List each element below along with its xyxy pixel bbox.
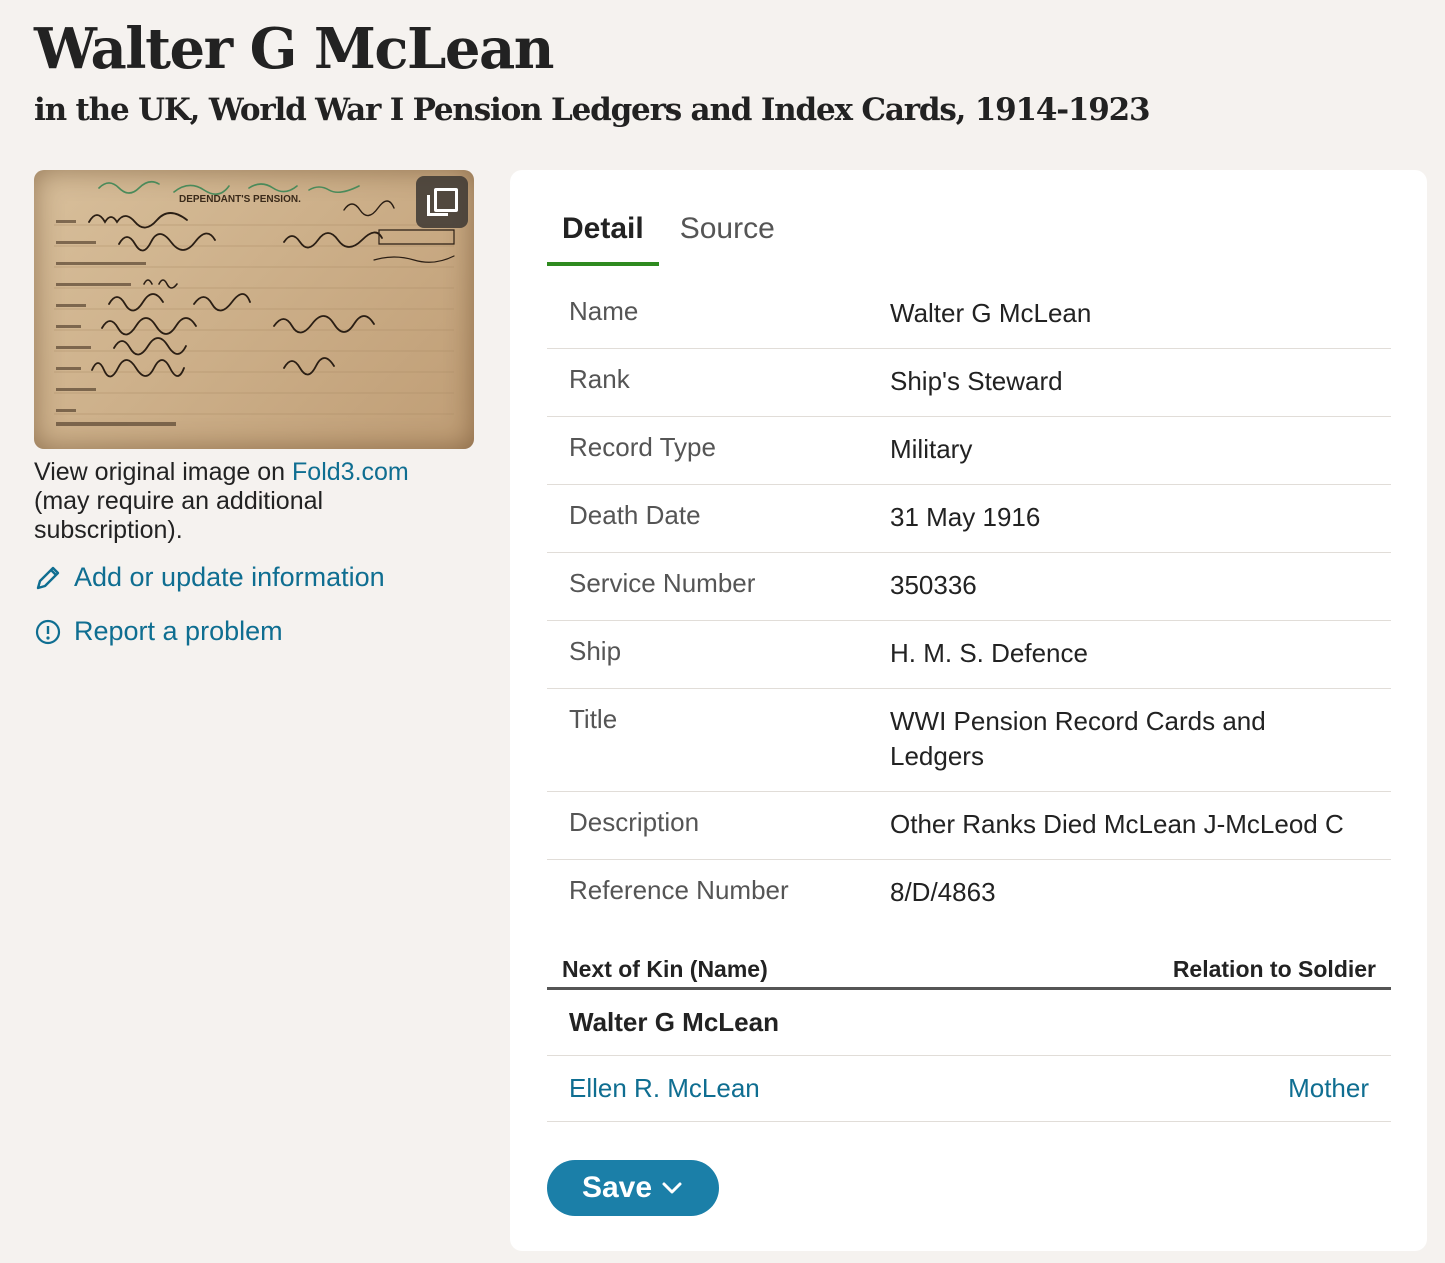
expand-image-button[interactable] — [416, 176, 468, 228]
detail-value: Walter G McLean — [890, 298, 1092, 328]
card-heading: DEPENDANT'S PENSION. — [179, 194, 301, 205]
kin-name-link[interactable]: Ellen R. McLean — [569, 1073, 760, 1104]
next-of-kin-table: Next of Kin (Name) Relation to Soldier W… — [547, 956, 1391, 1122]
record-card-scan: DEPENDANT'S PENSION. — [54, 180, 455, 426]
detail-value: 31 May 1916 — [890, 502, 1041, 532]
detail-key: Record Type — [569, 432, 716, 462]
kin-col-relation: Relation to Soldier — [1172, 956, 1376, 982]
detail-key: Death Date — [569, 500, 701, 530]
fold3-link[interactable]: Fold3.com — [292, 458, 409, 486]
detail-table: Name Walter G McLean Rank Ship's Steward… — [547, 281, 1391, 927]
collection-subtitle: in the UK, World War I Pension Ledgers a… — [34, 92, 1151, 128]
kin-subject-row: Walter G McLean — [547, 990, 1391, 1056]
detail-row-record-type: Record Type Military — [547, 417, 1391, 485]
detail-row-description: Description Other Ranks Died McLean J-Mc… — [547, 792, 1391, 860]
save-label: Save — [581, 1171, 653, 1204]
tab-source[interactable]: Source — [665, 206, 790, 266]
record-image-thumbnail[interactable]: DEPENDANT'S PENSION. — [34, 170, 474, 449]
kin-subject-name: Walter G McLean — [569, 1007, 779, 1037]
detail-row-rank: Rank Ship's Steward — [547, 349, 1391, 417]
detail-row-service-number: Service Number 350336 — [547, 553, 1391, 621]
detail-key: Service Number — [569, 568, 756, 598]
save-button[interactable]: Save — [547, 1160, 719, 1216]
chevron-down-icon — [662, 1182, 682, 1194]
detail-row-reference-number: Reference Number 8/D/4863 — [547, 860, 1391, 927]
caption-suffix: (may require an additional subscription)… — [34, 487, 324, 544]
image-caption: View original image on Fold3.com (may re… — [34, 458, 474, 545]
tab-detail[interactable]: Detail — [547, 206, 659, 266]
detail-value: 350336 — [890, 570, 977, 600]
pencil-icon — [36, 566, 60, 589]
detail-key: Ship — [569, 636, 622, 666]
detail-value: Ship's Steward — [890, 366, 1063, 396]
detail-row-ship: Ship H. M. S. Defence — [547, 621, 1391, 689]
detail-key: Reference Number — [569, 875, 789, 905]
kin-col-name: Next of Kin (Name) — [562, 956, 768, 982]
kin-header: Next of Kin (Name) Relation to Soldier — [547, 956, 1391, 990]
page-title: Walter G McLean — [34, 16, 555, 82]
table-row: Ellen R. McLean Mother — [547, 1056, 1391, 1122]
report-problem-label: Report a problem — [74, 616, 283, 646]
detail-value: WWI Pension Record Cards and Ledgers — [890, 706, 1266, 771]
detail-key: Description — [569, 807, 700, 837]
info-circle-icon — [35, 619, 61, 644]
detail-key: Name — [569, 296, 639, 326]
report-problem-link[interactable]: Report a problem — [34, 616, 283, 647]
detail-value: Military — [890, 434, 973, 464]
detail-key: Title — [569, 704, 618, 734]
add-update-link[interactable]: Add or update information — [34, 562, 385, 593]
kin-relation-link[interactable]: Mother — [1288, 1073, 1369, 1104]
detail-key: Rank — [569, 364, 630, 394]
detail-value: H. M. S. Defence — [890, 638, 1088, 668]
detail-value: Other Ranks Died McLean J-McLeod C — [890, 809, 1344, 839]
detail-row-name: Name Walter G McLean — [547, 281, 1391, 349]
record-detail-card: Detail Source Name Walter G McLean Rank … — [510, 170, 1427, 1251]
tab-bar: Detail Source — [547, 206, 796, 266]
detail-row-title: Title WWI Pension Record Cards and Ledge… — [547, 689, 1391, 792]
add-update-label: Add or update information — [74, 562, 385, 592]
caption-prefix: View original image on — [34, 458, 293, 486]
detail-row-death-date: Death Date 31 May 1916 — [547, 485, 1391, 553]
detail-value: 8/D/4863 — [890, 877, 996, 907]
